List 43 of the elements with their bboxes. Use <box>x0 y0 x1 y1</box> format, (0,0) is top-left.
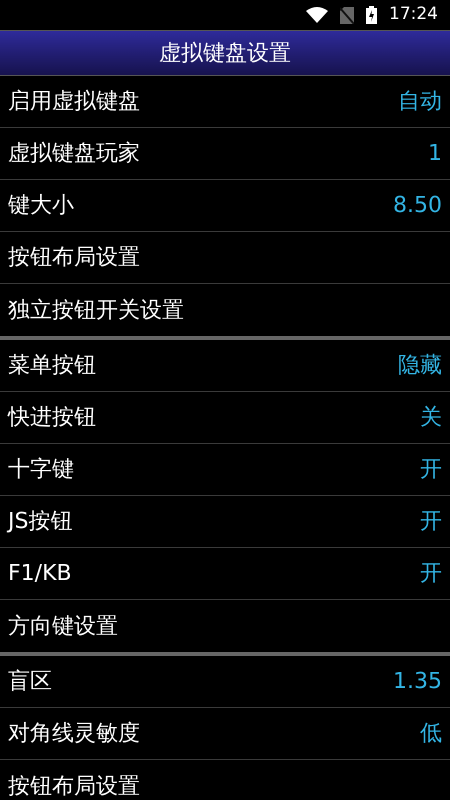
setting-label: 键大小 <box>8 192 74 220</box>
setting-value: 关 <box>420 404 442 432</box>
wifi-icon <box>306 7 328 23</box>
setting-label: 快进按钮 <box>8 404 96 432</box>
setting-label: 菜单按钮 <box>8 352 96 380</box>
settings-row[interactable]: 按钮布局设置 <box>0 760 450 800</box>
setting-value: 开 <box>420 560 442 588</box>
setting-label: 启用虚拟键盘 <box>8 88 140 116</box>
settings-row[interactable]: 启用虚拟键盘 自动 <box>0 76 450 128</box>
setting-value: 开 <box>420 508 442 536</box>
setting-label: 盲区 <box>8 668 52 696</box>
setting-value: 隐藏 <box>398 352 442 380</box>
settings-row[interactable]: 盲区 1.35 <box>0 656 450 708</box>
settings-row[interactable]: 快进按钮 关 <box>0 392 450 444</box>
screen-title: 虚拟键盘设置 <box>159 40 291 68</box>
battery-charging-icon <box>366 6 377 24</box>
setting-label: JS按钮 <box>8 508 72 536</box>
settings-row[interactable]: 对角线灵敏度 低 <box>0 708 450 760</box>
setting-label: 方向键设置 <box>8 612 118 640</box>
settings-row[interactable]: 十字键 开 <box>0 444 450 496</box>
setting-label: 按钮布局设置 <box>8 772 140 800</box>
settings-row[interactable]: 独立按钮开关设置 <box>0 284 450 336</box>
setting-value: 1 <box>428 140 442 168</box>
settings-row[interactable]: 虚拟键盘玩家 1 <box>0 128 450 180</box>
settings-row[interactable]: 方向键设置 <box>0 600 450 652</box>
setting-value: 低 <box>420 720 442 748</box>
status-time: 17:24 <box>389 3 438 26</box>
setting-label: 十字键 <box>8 456 74 484</box>
setting-value: 开 <box>420 456 442 484</box>
setting-label: 独立按钮开关设置 <box>8 296 184 324</box>
no-sim-icon <box>340 6 354 24</box>
settings-row[interactable]: JS按钮 开 <box>0 496 450 548</box>
settings-row[interactable]: F1/KB 开 <box>0 548 450 600</box>
settings-row[interactable]: 菜单按钮 隐藏 <box>0 340 450 392</box>
setting-label: 对角线灵敏度 <box>8 720 140 748</box>
setting-value: 1.35 <box>393 668 442 696</box>
setting-value: 自动 <box>398 88 442 116</box>
setting-label: 按钮布局设置 <box>8 244 140 272</box>
settings-row[interactable]: 按钮布局设置 <box>0 232 450 284</box>
setting-label: 虚拟键盘玩家 <box>8 140 140 168</box>
settings-row[interactable]: 键大小 8.50 <box>0 180 450 232</box>
setting-value: 8.50 <box>393 192 442 220</box>
setting-label: F1/KB <box>8 560 72 588</box>
